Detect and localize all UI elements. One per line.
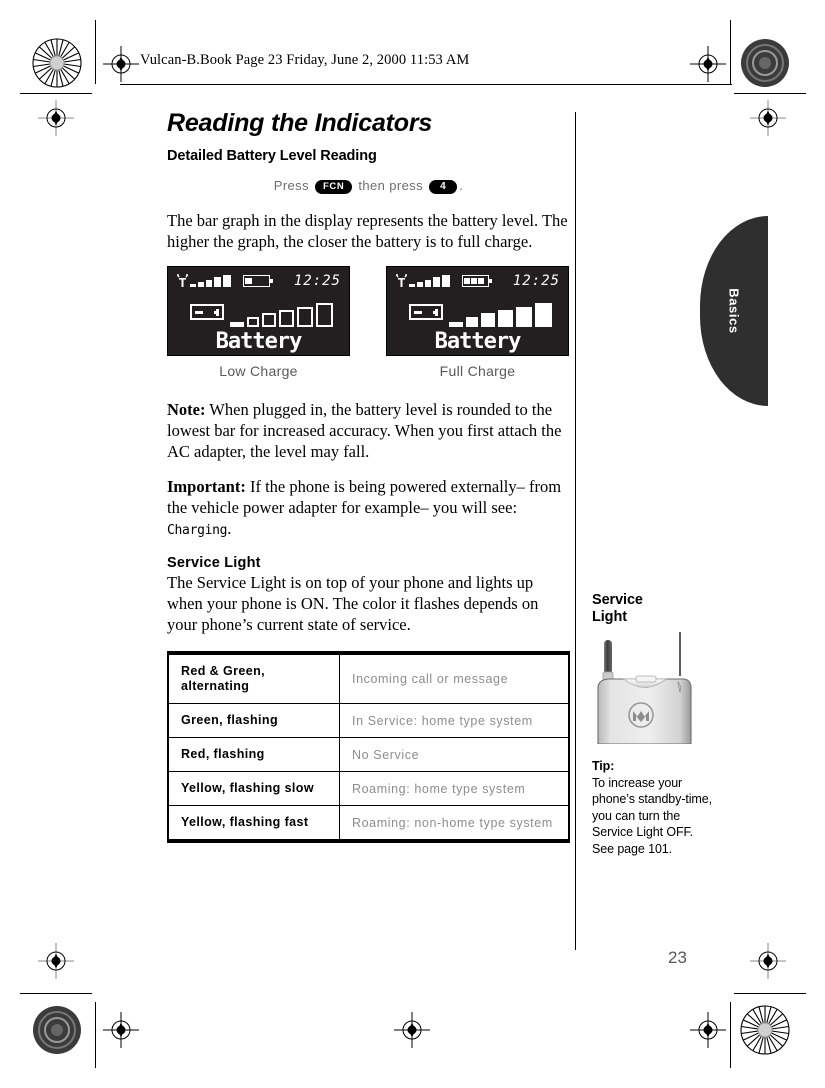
- registration-cross-right-lower: [750, 943, 786, 979]
- tip-text: To increase your phone’s standby-time, y…: [592, 775, 712, 856]
- table-cell-meaning: Roaming: home type system: [339, 771, 570, 806]
- running-head: Vulcan-B.Book Page 23 Friday, June 2, 20…: [140, 52, 470, 68]
- crop-rule-bottom-left-v: [95, 1002, 96, 1068]
- crop-rule-bottom-right-h: [734, 993, 806, 994]
- keypress-instruction: Press FCN then press 4.: [167, 178, 570, 194]
- thumb-tab-label: Basics: [726, 288, 742, 334]
- registration-cross-bottom-right: [690, 1012, 726, 1048]
- table-cell-state: Red & Green, alternating: [167, 652, 340, 704]
- lcd-figure-full-charge: 12:25 Battery Full Charge: [386, 266, 569, 379]
- table-cell-meaning: Roaming: non-home type system: [339, 805, 570, 842]
- crop-rule-bottom-left-h: [20, 993, 92, 994]
- note-paragraph: Note: When plugged in, the battery level…: [167, 399, 570, 462]
- caption-low-charge: Low Charge: [219, 363, 298, 379]
- table-cell-state: Red, flashing: [167, 737, 340, 772]
- service-light-callout-label: Service Light: [592, 592, 712, 626]
- header-rule: [120, 84, 732, 85]
- press-line-period: .: [459, 178, 464, 193]
- intro-paragraph: The bar graph in the display represents …: [167, 211, 568, 251]
- registration-cross-top-right: [690, 46, 726, 82]
- lcd-battery-row-low: [182, 301, 339, 327]
- crop-rule-top-left-v: [95, 20, 96, 84]
- lcd-battery-row-full: [401, 301, 558, 327]
- charging-literal: Charging: [167, 523, 228, 538]
- crop-rule-bottom-right-v: [730, 1002, 731, 1068]
- battery-bargraph-low: [230, 303, 333, 327]
- table-cell-state: Yellow, flashing slow: [167, 771, 340, 806]
- registration-cross-top-left: [103, 46, 139, 82]
- lcd-figure-low-charge: 12:25 Battery Low Charge: [167, 266, 350, 379]
- note-text: When plugged in, the battery level is ro…: [167, 400, 562, 461]
- battery-glyph-full: [409, 304, 443, 320]
- important-lead: Important:: [167, 477, 246, 496]
- table-cell-state: Green, flashing: [167, 703, 340, 738]
- registration-starburst-top-right: [740, 38, 790, 88]
- lcd-status-bar-low: 12:25: [176, 273, 341, 289]
- page-number: 23: [668, 948, 687, 967]
- crop-rule-top-right-v: [730, 20, 731, 84]
- table-cell-meaning: In Service: home type system: [339, 703, 570, 738]
- caption-full-charge: Full Charge: [439, 363, 516, 379]
- callout-line-1: Service: [592, 592, 643, 608]
- lcd-clock-full: 12:25: [512, 273, 560, 289]
- battery-glyph-low: [190, 304, 224, 320]
- signal-strength-bars-full: [409, 275, 450, 287]
- crop-rule-top-right-h: [734, 93, 806, 94]
- key-fcn[interactable]: FCN: [315, 180, 353, 194]
- phone-body: [597, 678, 692, 745]
- battery-status-icon-full: [462, 275, 492, 287]
- antenna: [604, 640, 612, 676]
- registration-cross-right-upper: [750, 100, 786, 136]
- lcd-screen-full: 12:25 Battery: [386, 266, 569, 356]
- tip-lead: Tip:: [592, 759, 615, 773]
- lcd-text-low: Battery: [215, 329, 303, 354]
- column-divider: [575, 112, 577, 950]
- table-cell-state: Yellow, flashing fast: [167, 805, 340, 842]
- important-paragraph: Important: If the phone is being powered…: [167, 476, 570, 541]
- crop-rule-top-left-h: [20, 93, 92, 94]
- lcd-text-full: Battery: [434, 329, 522, 354]
- sidebar: Service Light Tip: To increase your phon…: [592, 592, 712, 857]
- important-period: .: [227, 519, 232, 538]
- battery-bargraph-full: [449, 303, 552, 327]
- tip-block: Tip: To increase your phone’s standby-ti…: [592, 758, 712, 857]
- note-lead: Note:: [167, 400, 206, 419]
- table-cell-meaning: Incoming call or message: [339, 652, 570, 704]
- lcd-screen-figures: 12:25 Battery Low Charge 12:25 Battery F…: [167, 266, 570, 379]
- section-subtitle: Detailed Battery Level Reading: [167, 148, 377, 164]
- table-row: Yellow, flashing fast Roaming: non-home …: [167, 805, 570, 842]
- press-word: Press: [273, 178, 309, 193]
- table-row: Red & Green, alternating Incoming call o…: [167, 652, 570, 704]
- antenna-icon: [176, 274, 189, 288]
- table-row: Green, flashing In Service: home type sy…: [167, 703, 570, 738]
- table-row: Yellow, flashing slow Roaming: home type…: [167, 771, 570, 806]
- phone-illustration: [592, 632, 704, 745]
- lcd-status-bar-full: 12:25: [395, 273, 560, 289]
- registration-cross-left-upper: [38, 100, 74, 136]
- service-light-table: Red & Green, alternating Incoming call o…: [167, 651, 570, 843]
- service-light-heading: Service Light: [167, 555, 261, 571]
- page-canvas: Vulcan-B.Book Page 23 Friday, June 2, 20…: [0, 0, 825, 1088]
- antenna-icon: [395, 274, 408, 288]
- registration-starburst-top-left: [32, 38, 82, 88]
- thumb-tab-basics[interactable]: Basics: [700, 216, 768, 406]
- key-4[interactable]: 4: [429, 180, 458, 194]
- battery-status-icon-low: [243, 275, 273, 287]
- main-content-column: Reading the Indicators Detailed Battery …: [167, 108, 570, 843]
- registration-starburst-bottom-left: [32, 1005, 82, 1055]
- registration-cross-left-lower: [38, 943, 74, 979]
- signal-strength-bars-low: [190, 275, 231, 287]
- registration-cross-bottom-center: [394, 1012, 430, 1048]
- service-light-paragraph: The Service Light is on top of your phon…: [167, 573, 539, 634]
- page-title: Reading the Indicators: [167, 109, 433, 137]
- lcd-screen-low: 12:25 Battery: [167, 266, 350, 356]
- registration-cross-bottom-left: [103, 1012, 139, 1048]
- table-row: Red, flashing No Service: [167, 737, 570, 772]
- then-press-word: then press: [358, 178, 424, 193]
- lcd-clock-low: 12:25: [293, 273, 341, 289]
- table-cell-meaning: No Service: [339, 737, 570, 772]
- callout-line-2: Light: [592, 609, 627, 625]
- registration-starburst-bottom-right: [740, 1005, 790, 1055]
